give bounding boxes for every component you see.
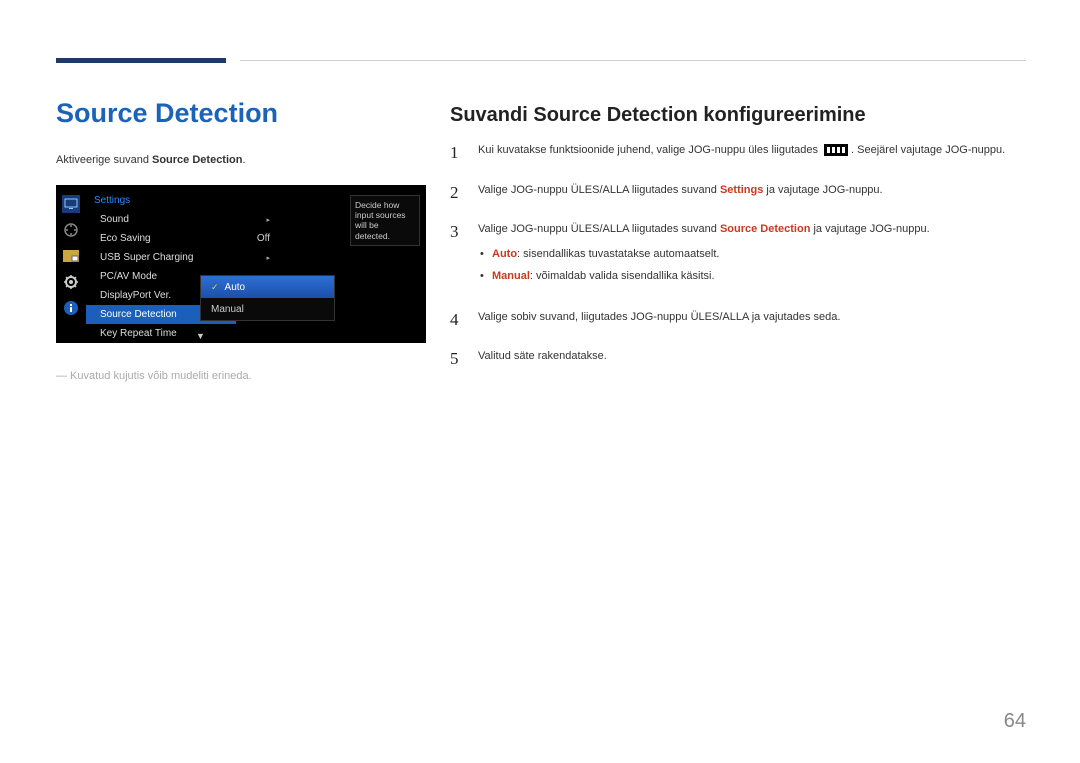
- page-number: 64: [1004, 710, 1026, 733]
- osd-submenu-option: Manual: [201, 298, 334, 320]
- osd-menu-title: Settings: [86, 191, 236, 210]
- chevron-right-icon: ▸: [266, 254, 270, 262]
- bullet-highlight: Auto: [492, 248, 517, 260]
- osd-item-label: DisplayPort Ver.: [100, 290, 171, 301]
- step-body: Valige sobiv suvand, liigutades JOG-nupp…: [478, 307, 1024, 333]
- bullet-highlight: Manual: [492, 270, 530, 282]
- bullet-text: : võimaldab valida sisendallika käsitsi.: [530, 270, 715, 282]
- osd-item-label: Eco Saving: [100, 233, 151, 244]
- step-highlight: Source Detection: [720, 223, 810, 235]
- step: 1Kui kuvatakse funktsioonide juhend, val…: [450, 140, 1024, 166]
- osd-item-label: Sound: [100, 214, 129, 225]
- chevron-right-icon: ▸: [266, 216, 270, 224]
- osd-submenu-label: Manual: [211, 304, 244, 315]
- step: 5Valitud säte rakendatakse.: [450, 346, 1024, 372]
- osd-tooltip: Decide how input sources will be detecte…: [350, 195, 420, 246]
- check-icon: ✓: [211, 282, 219, 293]
- step-text: Valitud säte rakendatakse.: [478, 350, 607, 362]
- section-title: Source Detection: [56, 98, 278, 129]
- step-highlight: Settings: [720, 184, 763, 196]
- osd-item-label: Source Detection: [100, 309, 177, 320]
- osd-submenu-label: Auto: [225, 282, 246, 293]
- step-text: Valige JOG-nuppu ÜLES/ALLA liigutades su…: [478, 184, 720, 196]
- info-icon: [62, 299, 80, 317]
- step-body: Kui kuvatakse funktsioonide juhend, vali…: [478, 140, 1024, 166]
- step-number: 2: [450, 180, 478, 206]
- step-text: Valige sobiv suvand, liigutades JOG-nupp…: [478, 311, 840, 323]
- step-body: Valitud säte rakendatakse.: [478, 346, 1024, 372]
- osd-icon-column: [56, 185, 86, 343]
- osd-item: Key Repeat Time: [86, 324, 236, 343]
- step-text: ja vajutage JOG-nuppu.: [763, 184, 882, 196]
- step: 3Valige JOG-nuppu ÜLES/ALLA liigutades s…: [450, 219, 1024, 293]
- step: 2Valige JOG-nuppu ÜLES/ALLA liigutades s…: [450, 180, 1024, 206]
- step-body: Valige JOG-nuppu ÜLES/ALLA liigutades su…: [478, 180, 1024, 206]
- step-text: . Seejärel vajutage JOG-nuppu.: [851, 144, 1005, 156]
- intro-prefix: Aktiveerige suvand: [56, 154, 152, 166]
- right-heading: Suvandi Source Detection konfigureerimin…: [450, 104, 866, 127]
- scroll-down-icon: ▼: [196, 331, 205, 341]
- step-text: Valige JOG-nuppu ÜLES/ALLA liigutades su…: [478, 223, 720, 235]
- disclaimer-note: ― Kuvatud kujutis võib mudeliti erineda.: [56, 370, 252, 382]
- intro-suffix: .: [242, 154, 245, 166]
- picture-icon: [62, 221, 80, 239]
- osd-item: Eco Saving: [86, 229, 236, 248]
- osd-item-label: Key Repeat Time: [100, 328, 177, 339]
- monitor-icon: [62, 195, 80, 213]
- step-number: 4: [450, 307, 478, 333]
- osd-item-value: Off: [236, 229, 276, 248]
- header-divider: [240, 60, 1026, 61]
- step-bullet: Auto: sisendallikas tuvastatakse automaa…: [492, 246, 1024, 263]
- step-number: 5: [450, 346, 478, 372]
- menu-key-icon: [824, 144, 848, 156]
- osd-item: Sound: [86, 210, 236, 229]
- osd-item-label: USB Super Charging: [100, 252, 193, 263]
- step-text: Kui kuvatakse funktsioonide juhend, vali…: [478, 144, 821, 156]
- osd-item-value: ▸: [236, 248, 276, 267]
- intro-strong: Source Detection: [152, 154, 242, 166]
- step-body: Valige JOG-nuppu ÜLES/ALLA liigutades su…: [478, 219, 1024, 293]
- header-accent-bar: [56, 58, 226, 63]
- step-number: 3: [450, 219, 478, 293]
- steps-list: 1Kui kuvatakse funktsioonide juhend, val…: [450, 140, 1024, 386]
- osd-item-label: PC/AV Mode: [100, 271, 157, 282]
- pip-icon: [62, 247, 80, 265]
- intro-text: Aktiveerige suvand Source Detection.: [56, 154, 246, 166]
- step: 4Valige sobiv suvand, liigutades JOG-nup…: [450, 307, 1024, 333]
- step-bullet: Manual: võimaldab valida sisendallika kä…: [492, 268, 1024, 285]
- bullet-text: : sisendallikas tuvastatakse automaatsel…: [517, 248, 719, 260]
- settings-gear-icon: [62, 273, 80, 291]
- osd-submenu-option: ✓ Auto: [201, 276, 334, 298]
- osd-submenu: ✓ Auto Manual: [200, 275, 335, 321]
- osd-item-value: [236, 324, 276, 343]
- osd-item: USB Super Charging: [86, 248, 236, 267]
- osd-item-value: ▸: [236, 210, 276, 229]
- step-bullets: Auto: sisendallikas tuvastatakse automaa…: [492, 246, 1024, 285]
- step-text: ja vajutage JOG-nuppu.: [810, 223, 929, 235]
- step-number: 1: [450, 140, 478, 166]
